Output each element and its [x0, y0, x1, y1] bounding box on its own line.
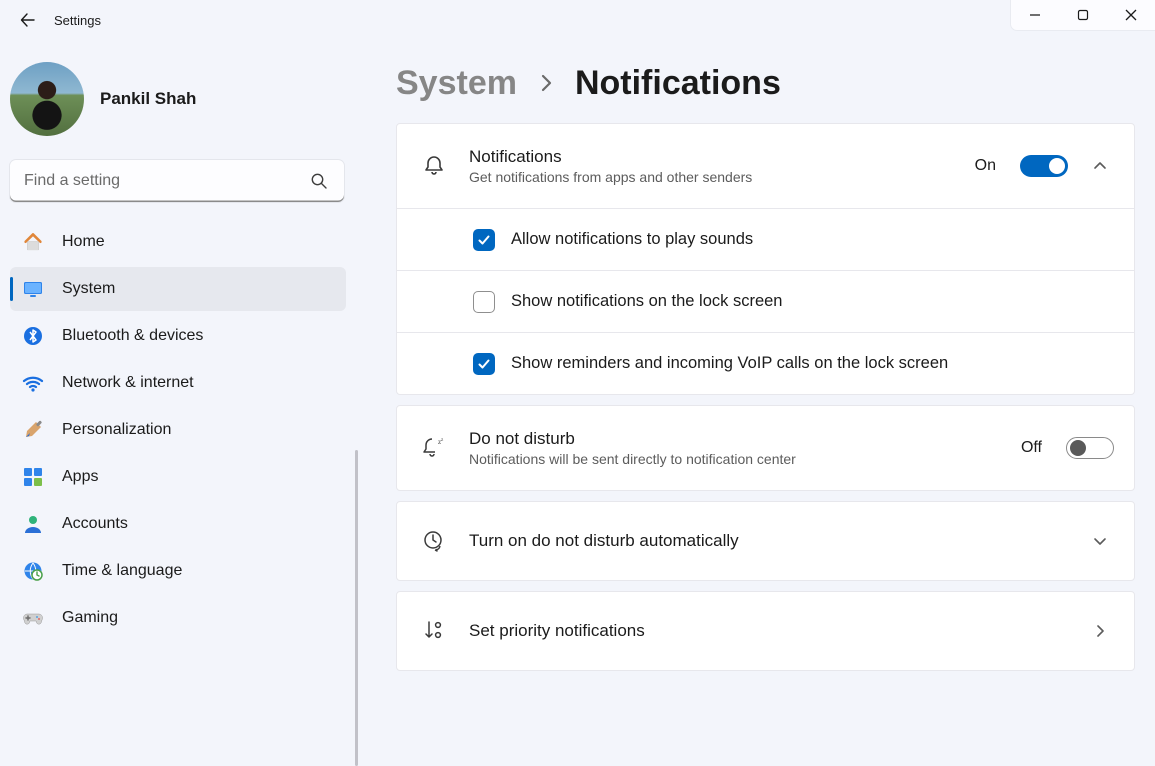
search-box[interactable] [10, 160, 344, 202]
window-title: Settings [54, 13, 101, 28]
sidebar-item-label: Bluetooth & devices [62, 327, 203, 345]
dnd-subtitle: Notifications will be sent directly to n… [469, 451, 1003, 467]
priority-title: Set priority notifications [469, 621, 1068, 641]
sidebar-scrollbar[interactable] [355, 450, 358, 766]
sidebar-item-accounts[interactable]: Accounts [10, 502, 346, 546]
home-icon [22, 231, 44, 253]
maximize-icon [1077, 9, 1089, 21]
sidebar-item-system[interactable]: System [10, 267, 346, 311]
sidebar-item-time[interactable]: Time & language [10, 549, 346, 593]
sidebar-item-network[interactable]: Network & internet [10, 361, 346, 405]
sidebar-item-gaming[interactable]: Gaming [10, 596, 346, 640]
notifications-title: Notifications [469, 147, 957, 167]
option-label: Allow notifications to play sounds [511, 230, 753, 249]
chevron-up-icon[interactable] [1086, 158, 1114, 174]
caption-buttons [1011, 0, 1155, 30]
sidebar-item-label: Home [62, 233, 105, 251]
dnd-toggle[interactable] [1066, 437, 1114, 459]
close-icon [1125, 9, 1137, 21]
chevron-right-icon [539, 72, 553, 94]
paintbrush-icon [22, 419, 44, 441]
user-name: Pankil Shah [100, 89, 196, 109]
search-input[interactable] [10, 160, 344, 202]
gamepad-icon [22, 607, 44, 629]
priority-icon [417, 619, 451, 643]
dnd-auto-title: Turn on do not disturb automatically [469, 531, 1068, 551]
svg-text:z: z [441, 438, 444, 443]
clock-arrow-icon [417, 529, 451, 553]
sidebar-item-personalization[interactable]: Personalization [10, 408, 346, 452]
dnd-card: zz Do not disturb Notifications will be … [396, 405, 1135, 491]
apps-icon [22, 466, 44, 488]
notifications-state-label: On [975, 157, 996, 175]
sidebar-item-label: Accounts [62, 515, 128, 533]
sidebar-item-home[interactable]: Home [10, 220, 346, 264]
sidebar-item-apps[interactable]: Apps [10, 455, 346, 499]
sidebar-item-label: Network & internet [62, 374, 194, 392]
breadcrumb: System Notifications [396, 64, 1135, 103]
sidebar-item-label: System [62, 280, 115, 298]
checkbox-voip[interactable] [473, 353, 495, 375]
wifi-icon [22, 372, 44, 394]
option-row-play-sounds[interactable]: Allow notifications to play sounds [397, 208, 1134, 270]
bell-icon [417, 154, 451, 178]
dnd-auto-row[interactable]: Turn on do not disturb automatically [397, 502, 1134, 580]
dnd-row[interactable]: zz Do not disturb Notifications will be … [397, 406, 1134, 490]
notifications-subtitle: Get notifications from apps and other se… [469, 169, 957, 185]
maximize-button[interactable] [1059, 0, 1107, 30]
checkbox-play-sounds[interactable] [473, 229, 495, 251]
minimize-button[interactable] [1011, 0, 1059, 30]
option-row-voip[interactable]: Show reminders and incoming VoIP calls o… [397, 332, 1134, 394]
option-label: Show reminders and incoming VoIP calls o… [511, 354, 948, 373]
system-icon [22, 278, 44, 300]
notifications-row[interactable]: Notifications Get notifications from app… [397, 124, 1134, 208]
avatar [10, 62, 84, 136]
checkbox-lockscreen[interactable] [473, 291, 495, 313]
dnd-title: Do not disturb [469, 429, 1003, 449]
dnd-icon: zz [417, 435, 451, 461]
breadcrumb-leaf: Notifications [575, 64, 781, 103]
notifications-card: Notifications Get notifications from app… [396, 123, 1135, 395]
sidebar-item-label: Personalization [62, 421, 171, 439]
option-label: Show notifications on the lock screen [511, 292, 783, 311]
sidebar-item-label: Apps [62, 468, 98, 486]
dnd-state-label: Off [1021, 439, 1042, 457]
dnd-auto-card: Turn on do not disturb automatically [396, 501, 1135, 581]
clock-globe-icon [22, 560, 44, 582]
user-profile[interactable]: Pankil Shah [10, 54, 358, 156]
sidebar-nav: Home System Bluetooth & devices Network … [10, 220, 358, 640]
chevron-down-icon[interactable] [1086, 533, 1114, 549]
breadcrumb-root[interactable]: System [396, 64, 517, 103]
back-button[interactable] [14, 6, 42, 34]
sidebar-item-label: Gaming [62, 609, 118, 627]
sidebar-item-label: Time & language [62, 562, 182, 580]
bluetooth-icon [22, 325, 44, 347]
person-icon [22, 513, 44, 535]
notifications-toggle[interactable] [1020, 155, 1068, 177]
option-row-lockscreen[interactable]: Show notifications on the lock screen [397, 270, 1134, 332]
priority-card: Set priority notifications [396, 591, 1135, 671]
close-button[interactable] [1107, 0, 1155, 30]
chevron-right-icon[interactable] [1086, 623, 1114, 639]
sidebar-item-bluetooth[interactable]: Bluetooth & devices [10, 314, 346, 358]
priority-row[interactable]: Set priority notifications [397, 592, 1134, 670]
minimize-icon [1029, 9, 1041, 21]
back-icon [20, 12, 36, 28]
